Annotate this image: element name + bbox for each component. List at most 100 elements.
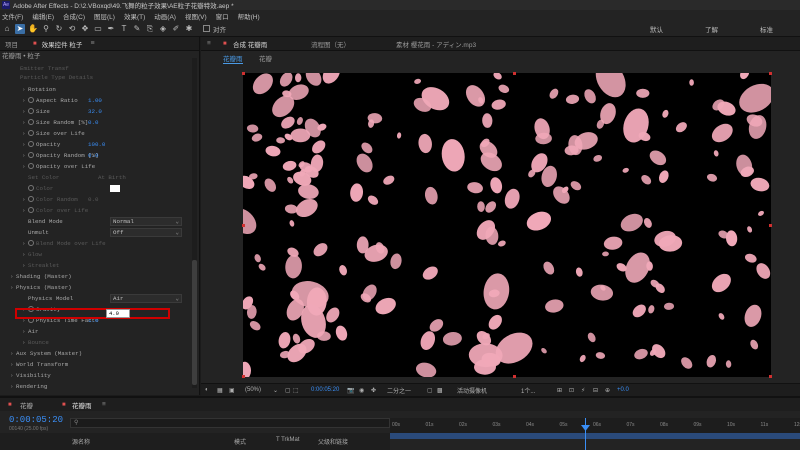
header-parent[interactable]: 父级和链接: [318, 437, 348, 446]
stopwatch-icon[interactable]: [28, 141, 34, 148]
stopwatch-icon[interactable]: [28, 163, 34, 170]
effect-property-row[interactable]: Unmult Off ⌄: [22, 227, 199, 238]
stopwatch-icon[interactable]: [28, 207, 34, 214]
menu-edit[interactable]: 编辑(E): [32, 11, 54, 21]
effect-property-row[interactable]: › Color Random 0.0: [22, 194, 199, 205]
effect-property-row[interactable]: Physics Model Air ⌄: [22, 293, 199, 304]
workspace-learn[interactable]: 了解: [705, 24, 718, 34]
bounding-handle[interactable]: [242, 375, 245, 378]
effect-property-row[interactable]: › Blend Mode over Life: [22, 238, 199, 249]
close-icon[interactable]: ■: [8, 402, 12, 408]
stopwatch-icon[interactable]: [28, 108, 34, 115]
property-value[interactable]: 0.0: [88, 150, 98, 161]
property-value[interactable]: 0.0: [88, 117, 98, 128]
camera-dropdown[interactable]: 活动摄像机: [457, 386, 487, 395]
menu-window[interactable]: 窗口: [216, 11, 229, 21]
snapshot-icon[interactable]: 📷: [347, 387, 354, 394]
tab-project[interactable]: 项目: [5, 39, 18, 49]
panel-menu-icon[interactable]: ≡: [207, 40, 211, 47]
property-value[interactable]: 32.0: [88, 106, 102, 117]
current-time-display[interactable]: 0:00:05:20: [311, 387, 339, 393]
property-dropdown[interactable]: Normal ⌄: [110, 217, 182, 226]
bounding-handle[interactable]: [242, 224, 245, 227]
menu-file[interactable]: 文件(F): [2, 11, 23, 21]
stopwatch-icon[interactable]: [28, 119, 34, 126]
chevron-down-icon[interactable]: ⌄: [273, 387, 278, 394]
timeline-search-input[interactable]: ⚲: [70, 418, 390, 428]
tab-petal[interactable]: 花瓣: [20, 400, 33, 410]
effect-property-row[interactable]: › Streaklet: [22, 260, 199, 271]
effect-property-row[interactable]: › Physics (Master): [10, 282, 199, 293]
effect-property-row[interactable]: › Size over Life: [22, 128, 199, 139]
panel-menu-icon[interactable]: ≡: [90, 40, 94, 47]
exposure-value[interactable]: +0.0: [617, 387, 629, 393]
playhead[interactable]: [585, 418, 586, 450]
workspace-default[interactable]: 默认: [650, 24, 663, 34]
bounding-handle[interactable]: [513, 72, 516, 75]
snap-checkbox[interactable]: [203, 25, 210, 32]
preview-icon[interactable]: ◐: [205, 387, 209, 393]
selection-icon[interactable]: ➤: [15, 23, 25, 34]
effect-property-row[interactable]: › Size Random [%] 0.0: [22, 117, 199, 128]
mask-icon[interactable]: ▣: [229, 387, 235, 394]
bounding-handle[interactable]: [242, 72, 245, 75]
region-icon[interactable]: ▢: [427, 387, 433, 394]
rotate-icon[interactable]: ↻: [54, 24, 64, 34]
tab-petal-rain[interactable]: 花瓣雨: [72, 400, 92, 410]
menu-view[interactable]: 视图(V): [185, 11, 207, 21]
stopwatch-icon[interactable]: [28, 152, 34, 159]
menu-animation[interactable]: 动画(A): [154, 11, 176, 21]
effect-property-row[interactable]: › Size 32.0: [22, 106, 199, 117]
home-icon[interactable]: ⌂: [2, 24, 12, 34]
close-icon[interactable]: ■: [62, 402, 66, 408]
panel-menu-icon[interactable]: ≡: [102, 401, 106, 408]
effect-property-row[interactable]: › Opacity Random [%] 0.0: [22, 150, 199, 161]
timeline-current-time[interactable]: 0:00:05:20: [9, 415, 63, 425]
color-swatch[interactable]: [110, 185, 120, 192]
rectangle-icon[interactable]: ▭: [93, 24, 103, 34]
workspace-standard[interactable]: 标准: [760, 24, 773, 34]
header-source-name[interactable]: 源名称: [72, 437, 90, 446]
effect-property-row[interactable]: › Opacity 100.0: [22, 139, 199, 150]
effect-property-row[interactable]: › Aspect Ratio 1.00: [22, 95, 199, 106]
property-value[interactable]: 0.0: [88, 194, 98, 205]
show-snapshot-icon[interactable]: ◉: [359, 387, 364, 394]
hand-icon[interactable]: ✋: [28, 24, 38, 34]
tab-composition[interactable]: 合成 花瓣雨: [233, 39, 267, 49]
effect-property-row[interactable]: Blend Mode Normal ⌄: [22, 216, 199, 227]
tab-effect-controls[interactable]: 效果控件 粒子: [42, 39, 83, 49]
close-icon[interactable]: ■: [223, 41, 227, 47]
effect-panel-scroll-thumb[interactable]: [192, 260, 197, 385]
fast-preview-icon[interactable]: ⚡: [581, 387, 585, 394]
transparency-grid-icon[interactable]: ▩: [437, 387, 443, 394]
frame-icon[interactable]: ⬚: [293, 387, 299, 394]
effect-property-row[interactable]: › Rendering: [10, 381, 199, 392]
toggle-icon[interactable]: ⊡: [569, 387, 574, 394]
zoom-icon[interactable]: ⚲: [41, 24, 51, 34]
menu-effect[interactable]: 效果(T): [124, 11, 145, 21]
timeline-icon[interactable]: ⊟: [593, 387, 598, 394]
effect-property-row[interactable]: Color: [22, 183, 199, 194]
effect-property-row[interactable]: › Rotation: [22, 84, 199, 95]
header-trkmat[interactable]: T TrkMat: [276, 437, 300, 443]
pan-behind-icon[interactable]: ✥: [80, 24, 90, 34]
composition-viewer[interactable]: [243, 73, 771, 377]
effect-property-row[interactable]: Set Color At Birth: [22, 172, 199, 183]
menu-composition[interactable]: 合成(C): [63, 11, 85, 21]
bounding-handle[interactable]: [513, 375, 516, 378]
header-mode[interactable]: 模式: [234, 437, 246, 446]
gravity-value-field[interactable]: 4.0: [106, 309, 130, 318]
brush-icon[interactable]: ✎: [132, 24, 142, 34]
property-dropdown[interactable]: Off ⌄: [110, 228, 182, 237]
camera-orbit-icon[interactable]: ⟲: [67, 24, 77, 34]
effect-property-row[interactable]: › Shading (Master): [10, 271, 199, 282]
menu-layer[interactable]: 图层(L): [94, 11, 115, 21]
time-ruler[interactable]: 00s 01s 02s 03s 04s 05s 06s 07s 08s 09s 10s 11s 12s: [390, 418, 800, 434]
bounding-handle[interactable]: [769, 72, 772, 75]
color-channel-icon[interactable]: ✤: [371, 387, 376, 394]
close-icon[interactable]: ■: [33, 41, 37, 47]
effect-property-row[interactable]: › Air: [22, 326, 199, 337]
effect-property-row[interactable]: › Color over Life: [22, 205, 199, 216]
stopwatch-icon[interactable]: [28, 130, 34, 137]
roto-icon[interactable]: ✐: [171, 24, 181, 34]
